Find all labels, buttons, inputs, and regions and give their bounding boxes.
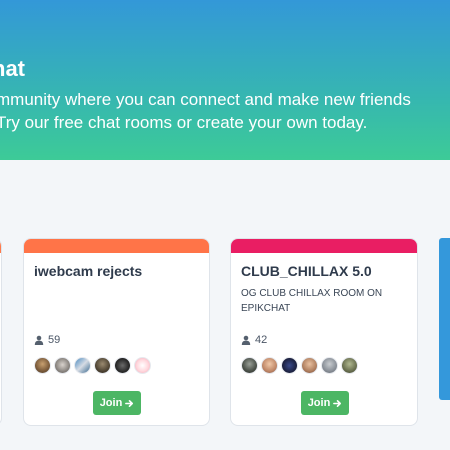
join-button[interactable]: Join	[301, 391, 349, 415]
join-button-label: Join	[307, 397, 331, 409]
join-button-label: Join	[99, 397, 123, 409]
room-card[interactable]: iwebcam rejects 59 Join	[23, 238, 210, 426]
avatar[interactable]	[54, 357, 71, 374]
hero-banner: hat mmunity where you can connect and ma…	[0, 0, 450, 160]
member-avatars	[241, 357, 358, 374]
arrow-right-icon	[125, 399, 134, 407]
avatar[interactable]	[74, 357, 91, 374]
join-button[interactable]: Join	[93, 391, 141, 415]
avatar[interactable]	[341, 357, 358, 374]
avatar[interactable]	[321, 357, 338, 374]
member-avatars	[34, 357, 151, 374]
avatar[interactable]	[94, 357, 111, 374]
member-count-value: 42	[255, 334, 268, 346]
arrow-right-icon	[333, 399, 342, 407]
avatar[interactable]	[301, 357, 318, 374]
room-member-count: 59	[34, 334, 60, 346]
room-card[interactable]: CLUB_CHILLAX 5.0 OG CLUB CHILLAX ROOM ON…	[230, 238, 418, 426]
room-description: OG CLUB CHILLAX ROOM ON EPIKCHAT	[241, 288, 383, 314]
room-card-partial-left[interactable]	[0, 238, 2, 426]
avatar[interactable]	[261, 357, 278, 374]
user-icon	[34, 335, 44, 345]
avatar[interactable]	[241, 357, 258, 374]
room-member-count: 42	[241, 334, 267, 346]
room-name[interactable]: iwebcam rejects	[34, 263, 142, 279]
avatar[interactable]	[34, 357, 51, 374]
hero-title: hat	[0, 56, 25, 81]
room-card-partial-right[interactable]	[439, 238, 450, 400]
room-card-accent-bar	[0, 239, 1, 253]
hero-tagline-2: Try our free chat rooms or create your o…	[0, 113, 368, 132]
avatar[interactable]	[281, 357, 298, 374]
member-count-value: 59	[48, 334, 61, 346]
room-name[interactable]: CLUB_CHILLAX 5.0	[241, 263, 372, 279]
avatar[interactable]	[134, 357, 151, 374]
hero-tagline-1: mmunity where you can connect and make n…	[0, 90, 411, 109]
room-card-accent-bar	[24, 239, 209, 253]
avatar[interactable]	[114, 357, 131, 374]
room-card-accent-bar	[231, 239, 417, 253]
user-icon	[241, 335, 251, 345]
